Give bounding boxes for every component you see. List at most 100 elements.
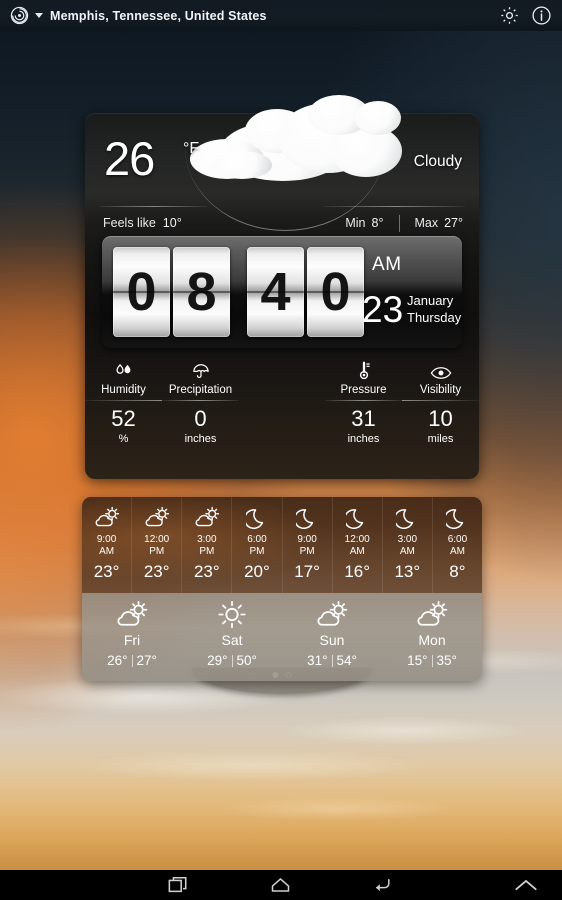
hourly-meridiem: AM [99,546,115,558]
temperature-unit: °F [183,140,200,157]
home-icon[interactable] [252,870,308,900]
feels-like-label: Feels like [103,216,156,230]
metric-pressure[interactable]: Pressure 31 inches [325,358,402,468]
hourly-time: 3:00 [397,534,418,545]
gear-icon[interactable] [499,5,520,26]
back-icon[interactable] [354,870,410,900]
min-label: Min [345,216,366,230]
crescent-moon-icon [346,504,368,530]
temp-separator [131,654,133,667]
hourly-time: 6:00 [447,534,468,545]
hourly-forecast-row[interactable]: 9:00 AM 23° 12:00 PM 23° 3:00 PM 23° 6:0… [82,497,482,593]
metric-value: 10 [428,406,453,431]
hourly-item[interactable]: 9:00 PM 17° [283,497,333,593]
thermometer-icon [355,358,373,381]
radar-logo-icon [10,6,29,25]
sunny-icon [215,599,249,629]
hourly-temp: 8° [449,562,466,582]
partly-cloudy-day-icon [192,504,222,530]
metric-divider [85,400,162,401]
hourly-item[interactable]: 6:00 AM 8° [433,497,482,593]
flip-clock[interactable]: 0 8 4 0 AM 23 January Thursday [102,236,462,348]
current-condition: Cloudy [413,153,462,170]
date-weekday: Thursday [407,310,462,325]
hourly-item[interactable]: 9:00 AM 23° [82,497,133,593]
hourly-meridiem: AM [449,546,465,558]
hourly-temp: 20° [244,562,270,582]
hourly-temp: 23° [93,562,120,582]
metric-label: Humidity [101,384,146,396]
info-icon[interactable] [531,5,552,26]
metrics-row: Humidity 52 % Precipitation 0 inches Pre… [85,358,479,468]
temp-separator [231,654,233,667]
metric-label: Precipitation [168,384,233,396]
daily-low: 29° [207,653,228,668]
crescent-moon-icon [396,504,418,530]
partly-cloudy-day-icon [413,599,451,629]
clock-meridiem: AM [372,254,402,275]
android-navigation-bar [0,870,562,900]
hourly-temp: 16° [344,562,371,582]
divider-right [323,206,465,207]
metric-unit: % [118,433,129,445]
caret-down-icon[interactable] [35,13,43,18]
daily-item[interactable]: Sun 31° 54° [282,593,382,681]
daily-item[interactable]: Mon 15° 35° [382,593,482,681]
hourly-item[interactable]: 3:00 PM 23° [182,497,233,593]
hourly-temp: 13° [394,562,421,582]
max-value: 27° [444,216,463,230]
hourly-time: 9:00 [297,534,317,545]
max-label: Max [414,216,439,230]
location-label[interactable]: Memphis, Tennessee, United States [50,9,267,23]
hourly-time: 9:00 [96,534,117,545]
daily-low: 26° [107,653,128,668]
hourly-item[interactable]: 3:00 AM 13° [383,497,433,593]
metric-value: 31 [351,406,376,431]
daily-high: 54° [336,653,357,668]
recents-icon[interactable] [150,870,206,900]
metric-divider [402,400,479,401]
daily-high: 35° [436,653,457,668]
hourly-item[interactable]: 12:00 AM 16° [333,497,383,593]
metric-humidity[interactable]: Humidity 52 % [85,358,162,468]
umbrella-icon [191,358,211,381]
forecast-panel[interactable]: 9:00 AM 23° 12:00 PM 23° 3:00 PM 23° 6:0… [82,497,482,681]
metric-label: Pressure [340,384,387,396]
current-weather-panel[interactable]: 26 °F Cloudy Feels like 10° Min 8° Max 2… [85,95,479,479]
daily-item[interactable]: Fri 26° 27° [82,593,182,681]
partly-cloudy-day-icon [113,599,151,629]
hourly-item[interactable]: 12:00 PM 23° [132,497,183,593]
metric-value: 52 [111,406,136,431]
eye-icon [430,358,452,381]
metric-visibility[interactable]: Visibility 10 miles [402,358,479,468]
humidity-droplets-icon [113,358,134,381]
hourly-item[interactable]: 6:00 PM 20° [232,497,283,593]
hourly-time: 6:00 [247,534,267,545]
min-temp-block: Min 8° [331,216,399,230]
crescent-moon-icon [446,504,468,530]
metric-unit: miles [427,433,454,445]
metric-divider [325,400,402,401]
metric-precipitation[interactable]: Precipitation 0 inches [162,358,239,468]
hourly-meridiem: AM [349,546,365,558]
partly-cloudy-day-icon [313,599,351,629]
min-value: 8° [371,216,384,230]
daily-day-label: Mon [418,632,446,648]
daily-high: 50° [236,653,257,668]
clock-hour-ones: 8 [173,247,230,337]
crescent-moon-icon [296,504,318,530]
hourly-meridiem: PM [199,546,215,558]
daily-high: 27° [136,653,157,668]
hourly-temp: 23° [193,562,220,582]
hourly-time: 3:00 [197,534,217,545]
chevron-up-icon[interactable] [498,870,554,900]
feels-like-value: 10° [162,216,182,230]
hourly-meridiem: PM [149,546,165,558]
daily-item[interactable]: Sat 29° 50° [182,593,282,681]
daily-forecast-row[interactable]: Fri 26° 27° Sat 29° 50° Sun 31° 54° Mon … [82,593,482,681]
max-temp-block: Max 27° [400,216,479,230]
temp-separator [431,654,433,667]
metric-unit: inches [184,433,217,445]
hourly-temp: 23° [143,562,170,582]
daily-day-label: Sat [221,632,243,648]
